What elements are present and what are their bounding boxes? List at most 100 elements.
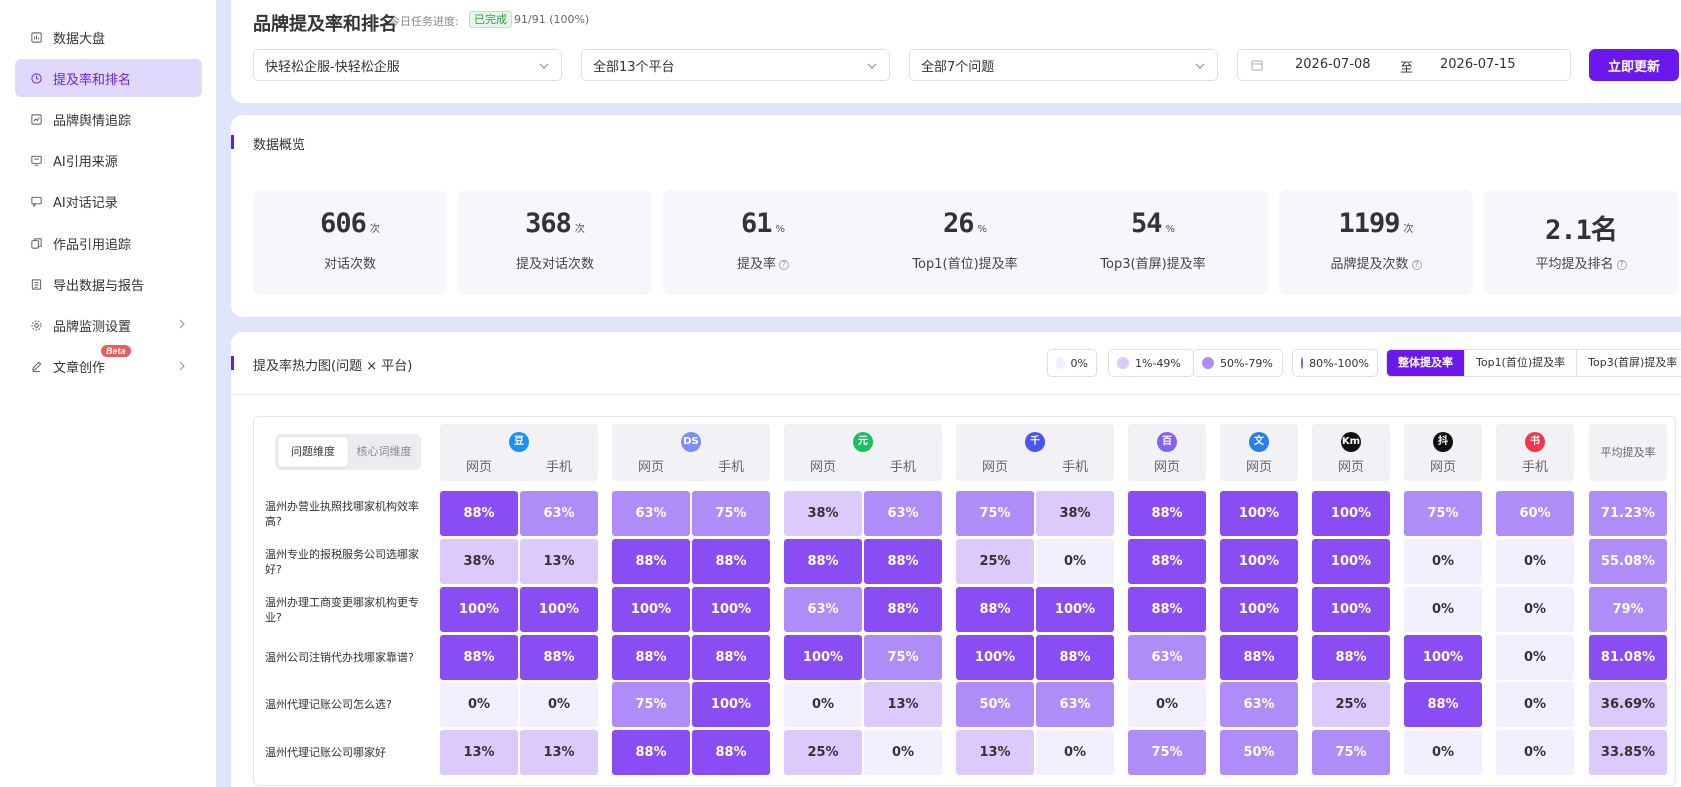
heatmap-cell[interactable]: 0%: [1404, 730, 1482, 775]
heatmap-cell[interactable]: 100%: [440, 587, 518, 632]
help-icon[interactable]: ?: [779, 260, 789, 270]
heatmap-cell[interactable]: 63%: [1036, 682, 1114, 727]
heatmap-cell[interactable]: 75%: [1312, 730, 1390, 775]
heatmap-cell[interactable]: 88%: [520, 635, 598, 680]
heatmap-cell[interactable]: 38%: [1036, 491, 1114, 536]
heatmap-cell[interactable]: 13%: [864, 682, 942, 727]
heatmap-cell[interactable]: 63%: [784, 587, 862, 632]
sidebar-item-chat[interactable]: AI对话记录: [15, 183, 202, 221]
heatmap-cell[interactable]: 13%: [440, 730, 518, 775]
heatmap-cell[interactable]: 0%: [1128, 682, 1206, 727]
heatmap-cell[interactable]: 75%: [956, 491, 1034, 536]
heatmap-cell[interactable]: 100%: [1036, 587, 1114, 632]
heatmap-cell[interactable]: 63%: [1220, 682, 1298, 727]
heatmap-cell[interactable]: 75%: [864, 635, 942, 680]
help-icon[interactable]: ?: [1616, 260, 1627, 270]
heatmap-cell[interactable]: 88%: [1128, 587, 1206, 632]
heatmap-cell[interactable]: 0%: [1036, 730, 1114, 775]
heatmap-cell[interactable]: 75%: [1128, 730, 1206, 775]
heatmap-cell[interactable]: 75%: [612, 682, 690, 727]
sidebar-item-dashboard[interactable]: 数据大盘: [15, 18, 202, 56]
legend-item[interactable]: 0%: [1047, 349, 1097, 377]
heatmap-cell[interactable]: 100%: [1220, 587, 1298, 632]
heatmap-cell[interactable]: 13%: [520, 539, 598, 584]
date-range-picker[interactable]: 2026-07-08 至 2026-07-15: [1237, 49, 1571, 81]
sidebar-item-edit[interactable]: 文章创作 Beta: [15, 344, 202, 386]
heatmap-cell[interactable]: 0%: [1404, 539, 1482, 584]
heatmap-cell[interactable]: 88%: [440, 491, 518, 536]
update-button[interactable]: 立即更新: [1589, 49, 1679, 81]
date-end[interactable]: 2026-07-15: [1440, 57, 1516, 72]
heatmap-cell[interactable]: 88%: [864, 587, 942, 632]
heatmap-cell[interactable]: 0%: [864, 730, 942, 775]
heatmap-cell[interactable]: 88%: [1036, 635, 1114, 680]
heatmap-cell[interactable]: 88%: [692, 539, 770, 584]
brand-select[interactable]: 快轻松企服-快轻松企服: [253, 49, 562, 81]
heatmap-cell[interactable]: 25%: [784, 730, 862, 775]
heatmap-cell[interactable]: 88%: [1312, 635, 1390, 680]
heatmap-cell[interactable]: 63%: [520, 491, 598, 536]
heatmap-cell[interactable]: 88%: [784, 539, 862, 584]
heatmap-cell[interactable]: 88%: [440, 635, 518, 680]
heatmap-cell[interactable]: 60%: [1496, 491, 1574, 536]
heatmap-cell[interactable]: 100%: [1312, 539, 1390, 584]
heatmap-cell[interactable]: 88%: [1220, 635, 1298, 680]
heatmap-cell[interactable]: 38%: [440, 539, 518, 584]
heatmap-cell[interactable]: 100%: [784, 635, 862, 680]
heatmap-cell[interactable]: 0%: [440, 682, 518, 727]
dimension-option-1[interactable]: 核心词维度: [349, 437, 419, 467]
heatmap-cell[interactable]: 88%: [612, 539, 690, 584]
sidebar-item-copy[interactable]: 作品引用追踪: [15, 224, 202, 262]
heatmap-cell[interactable]: 88%: [692, 635, 770, 680]
heatmap-cell[interactable]: 88%: [1404, 682, 1482, 727]
heatmap-cell[interactable]: 100%: [692, 682, 770, 727]
heatmap-cell[interactable]: 88%: [612, 635, 690, 680]
heatmap-cell[interactable]: 63%: [864, 491, 942, 536]
heatmap-cell[interactable]: 13%: [520, 730, 598, 775]
heatmap-cell[interactable]: 100%: [1312, 491, 1390, 536]
heatmap-cell[interactable]: 75%: [692, 491, 770, 536]
heatmap-cell[interactable]: 100%: [520, 587, 598, 632]
heatmap-cell[interactable]: 38%: [784, 491, 862, 536]
heatmap-cell[interactable]: 75%: [1404, 491, 1482, 536]
heatmap-cell[interactable]: 0%: [1496, 730, 1574, 775]
heatmap-cell[interactable]: 0%: [520, 682, 598, 727]
heatmap-cell[interactable]: 100%: [956, 635, 1034, 680]
heatmap-cell[interactable]: 100%: [1220, 491, 1298, 536]
heatmap-cell[interactable]: 25%: [1312, 682, 1390, 727]
heatmap-cell[interactable]: 100%: [692, 587, 770, 632]
sidebar-item-monitor[interactable]: AI引用来源: [15, 142, 202, 180]
heatmap-cell[interactable]: 0%: [1496, 539, 1574, 584]
legend-item[interactable]: 50%-79%: [1193, 349, 1283, 377]
heatmap-cell[interactable]: 0%: [1496, 682, 1574, 727]
heatmap-cell[interactable]: 0%: [784, 682, 862, 727]
heatmap-cell[interactable]: 100%: [612, 587, 690, 632]
heatmap-cell[interactable]: 100%: [1312, 587, 1390, 632]
heatmap-cell[interactable]: 13%: [956, 730, 1034, 775]
question-select[interactable]: 全部7个问题: [909, 49, 1218, 81]
tab-mode-0[interactable]: 整体提及率: [1387, 350, 1465, 376]
heatmap-cell[interactable]: 88%: [692, 730, 770, 775]
date-start[interactable]: 2026-07-08: [1295, 57, 1371, 72]
sidebar-item-clock[interactable]: 提及率和排名: [15, 59, 202, 98]
heatmap-cell[interactable]: 0%: [1496, 635, 1574, 680]
heatmap-cell[interactable]: 88%: [612, 730, 690, 775]
heatmap-cell[interactable]: 0%: [1036, 539, 1114, 584]
heatmap-cell[interactable]: 88%: [1128, 491, 1206, 536]
heatmap-cell[interactable]: 88%: [1128, 539, 1206, 584]
dimension-option-0[interactable]: 问题维度: [278, 437, 348, 467]
heatmap-cell[interactable]: 100%: [1404, 635, 1482, 680]
platform-select[interactable]: 全部13个平台: [581, 49, 890, 81]
heatmap-cell[interactable]: 63%: [612, 491, 690, 536]
legend-item[interactable]: 80%-100%: [1292, 349, 1378, 377]
help-icon[interactable]: ?: [1411, 260, 1422, 270]
heatmap-cell[interactable]: 0%: [1496, 587, 1574, 632]
heatmap-cell[interactable]: 25%: [956, 539, 1034, 584]
heatmap-cell[interactable]: 50%: [1220, 730, 1298, 775]
heatmap-cell[interactable]: 100%: [1220, 539, 1298, 584]
heatmap-cell[interactable]: 88%: [956, 587, 1034, 632]
heatmap-cell[interactable]: 50%: [956, 682, 1034, 727]
sidebar-item-export[interactable]: 导出数据与报告: [15, 265, 202, 303]
sidebar-item-gear[interactable]: 品牌监测设置: [15, 306, 202, 344]
legend-item[interactable]: 1%-49%: [1108, 349, 1194, 377]
